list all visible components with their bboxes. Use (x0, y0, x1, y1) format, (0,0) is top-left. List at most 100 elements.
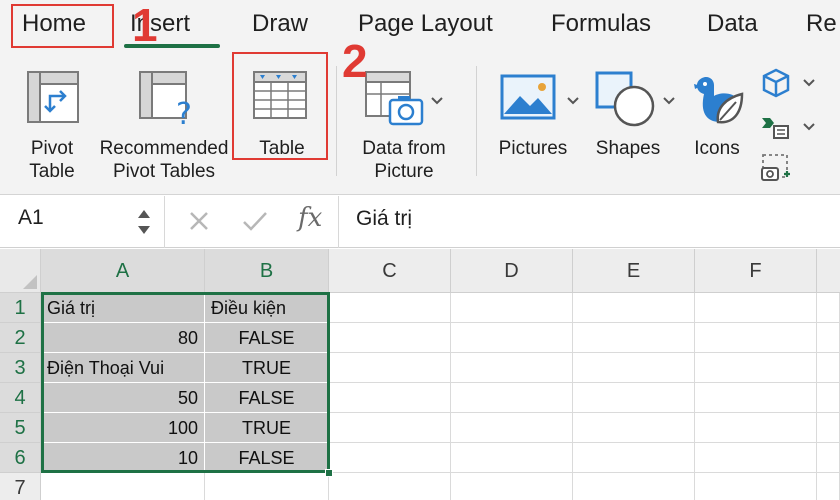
screenshot-button[interactable] (760, 152, 820, 188)
empty-cell[interactable] (329, 383, 451, 413)
smartart-button[interactable] (760, 110, 820, 144)
empty-cell[interactable] (817, 413, 840, 443)
name-box-stepper-icon[interactable] (136, 206, 152, 238)
empty-cell[interactable] (573, 443, 695, 473)
empty-cell[interactable] (695, 323, 817, 353)
cell-a5[interactable]: 100 (41, 413, 205, 443)
empty-cell[interactable] (329, 293, 451, 323)
empty-cell[interactable] (451, 323, 573, 353)
cell-a1[interactable]: Giá trị (41, 293, 205, 323)
recommended-label-2: Pivot Tables (112, 161, 216, 182)
empty-cell[interactable] (817, 323, 840, 353)
recommended-pivot-tables-button[interactable]: ? Recommended Pivot Tables (96, 66, 232, 190)
empty-cell[interactable] (329, 443, 451, 473)
cell-b1[interactable]: Điều kiện (205, 293, 329, 323)
tab-formulas[interactable]: Formulas (551, 10, 651, 38)
empty-cell[interactable] (41, 473, 205, 500)
empty-cell[interactable] (817, 473, 840, 500)
3d-models-button[interactable] (760, 68, 820, 102)
empty-cell[interactable] (451, 443, 573, 473)
table-button-highlight (232, 52, 328, 160)
row-header-3[interactable]: 3 (0, 353, 41, 383)
empty-cell[interactable] (817, 383, 840, 413)
empty-cell[interactable] (573, 413, 695, 443)
empty-cell[interactable] (817, 443, 840, 473)
column-header-g[interactable] (817, 249, 840, 293)
empty-cell[interactable] (695, 413, 817, 443)
row-header-2[interactable]: 2 (0, 323, 41, 353)
row-header-7[interactable]: 7 (0, 473, 41, 500)
empty-cell[interactable] (329, 323, 451, 353)
cell-b5[interactable]: TRUE (205, 413, 329, 443)
row-header-1[interactable]: 1 (0, 293, 41, 323)
tab-draw[interactable]: Draw (252, 10, 308, 38)
empty-cell[interactable] (695, 443, 817, 473)
empty-cell[interactable] (695, 293, 817, 323)
cell-a4[interactable]: 50 (41, 383, 205, 413)
cell-a6[interactable]: 10 (41, 443, 205, 473)
empty-cell[interactable] (817, 293, 840, 323)
cell-a2[interactable]: 80 (41, 323, 205, 353)
empty-cell[interactable] (817, 353, 840, 383)
empty-cell[interactable] (451, 293, 573, 323)
empty-cell[interactable] (451, 473, 573, 500)
row-header-6[interactable]: 6 (0, 443, 41, 473)
formula-input[interactable]: Giá trị (356, 207, 412, 231)
empty-cell[interactable] (329, 353, 451, 383)
pivot-table-label-2: Table (29, 161, 75, 182)
shapes-button[interactable]: Shapes (592, 66, 684, 174)
empty-cell[interactable] (695, 353, 817, 383)
pivot-table-icon (27, 71, 79, 123)
column-header-e[interactable]: E (573, 249, 695, 293)
row-header-5[interactable]: 5 (0, 413, 41, 443)
confirm-icon[interactable] (242, 210, 268, 232)
cell-a3[interactable]: Điện Thoại Vui (41, 353, 205, 383)
chevron-down-icon[interactable] (802, 78, 816, 88)
icons-button[interactable]: Icons (684, 66, 750, 174)
empty-cell[interactable] (329, 413, 451, 443)
home-tab-highlight (11, 4, 114, 48)
empty-cell[interactable] (695, 383, 817, 413)
tab-review[interactable]: Re (806, 10, 837, 38)
column-header-f[interactable]: F (695, 249, 817, 293)
cell-b2[interactable]: FALSE (205, 323, 329, 353)
empty-cell[interactable] (573, 473, 695, 500)
cell-b4[interactable]: FALSE (205, 383, 329, 413)
select-all-triangle-icon (23, 275, 37, 289)
column-header-c[interactable]: C (329, 249, 451, 293)
empty-cell[interactable] (451, 383, 573, 413)
pivot-table-button[interactable]: Pivot Table (10, 66, 94, 190)
empty-cell[interactable] (451, 413, 573, 443)
small-insert-buttons (760, 66, 836, 192)
ribbon-separator (476, 66, 477, 176)
pictures-label: Pictures (498, 138, 568, 159)
chevron-down-icon[interactable] (662, 96, 676, 106)
chevron-down-icon[interactable] (430, 96, 444, 106)
empty-cell[interactable] (329, 473, 451, 500)
cell-b3[interactable]: TRUE (205, 353, 329, 383)
select-all-corner[interactable] (0, 249, 41, 293)
column-header-b[interactable]: B (205, 249, 329, 293)
pictures-button[interactable]: Pictures (492, 66, 588, 174)
empty-cell[interactable] (573, 383, 695, 413)
column-header-d[interactable]: D (451, 249, 573, 293)
chevron-down-icon[interactable] (566, 96, 580, 106)
column-header-a[interactable]: A (41, 249, 205, 293)
tab-data[interactable]: Data (707, 10, 758, 38)
tab-page-layout[interactable]: Page Layout (358, 10, 493, 38)
name-box[interactable]: A1 (18, 206, 44, 230)
cell-b6[interactable]: FALSE (205, 443, 329, 473)
formula-bar: A1 fx Giá trị (0, 196, 840, 248)
fill-handle[interactable] (325, 469, 333, 477)
empty-cell[interactable] (205, 473, 329, 500)
empty-cell[interactable] (573, 293, 695, 323)
empty-cell[interactable] (573, 323, 695, 353)
insert-function-icon[interactable]: fx (298, 203, 322, 233)
row-header-4[interactable]: 4 (0, 383, 41, 413)
empty-cell[interactable] (695, 473, 817, 500)
worksheet-grid: A B C D E F 1 2 3 4 5 6 7 Giá trị Điều k… (0, 249, 840, 500)
chevron-down-icon[interactable] (802, 122, 816, 132)
cancel-icon[interactable] (188, 210, 210, 232)
empty-cell[interactable] (573, 353, 695, 383)
empty-cell[interactable] (451, 353, 573, 383)
